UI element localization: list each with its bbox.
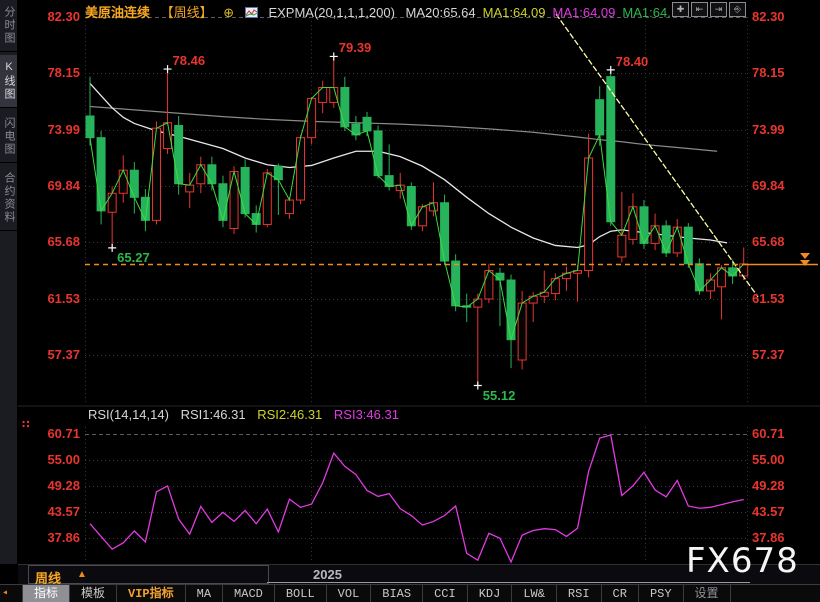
exit-icon[interactable]: ⎆ xyxy=(729,2,746,17)
price-axis-label: 60.71 xyxy=(752,428,816,440)
price-axis-label: 55.00 xyxy=(18,454,80,466)
toolbar-item-BOLL[interactable]: BOLL xyxy=(275,585,327,602)
ma-value-label: MA1:64. xyxy=(622,5,670,20)
mini-chart-icon[interactable] xyxy=(245,6,258,21)
price-axis-label: 69.84 xyxy=(18,180,80,192)
toolbar-item-MACD[interactable]: MACD xyxy=(223,585,275,602)
indicator-settings-icon[interactable]: ∷ xyxy=(22,418,30,431)
pan-left-icon[interactable]: ⇤ xyxy=(691,2,708,17)
toolbar-item-VOL[interactable]: VOL xyxy=(327,585,372,602)
toolbar-item-BIAS[interactable]: BIAS xyxy=(371,585,423,602)
price-annotation: 79.39 xyxy=(339,40,372,55)
toolbar-item-CCI[interactable]: CCI xyxy=(423,585,468,602)
toolbar-item-KDJ[interactable]: KDJ xyxy=(468,585,513,602)
ma-value-label: MA20:65.64 xyxy=(406,5,476,20)
ma-value-label: MA1:64.09 xyxy=(483,5,546,20)
price-axis-label: 61.53 xyxy=(752,293,816,305)
price-axis-label: 82.30 xyxy=(752,11,816,23)
rsi3-value: RSI3:46.31 xyxy=(334,407,399,422)
price-annotation: 78.40 xyxy=(616,54,649,69)
price-annotation: 78.46 xyxy=(173,53,206,68)
price-axis-label: 73.99 xyxy=(18,124,80,136)
price-axis-label: 65.68 xyxy=(18,236,80,248)
price-axis-label: 73.99 xyxy=(752,124,816,136)
ma-value-label: MA1:64.09 xyxy=(553,5,616,20)
rsi-title: RSI(14,14,14) xyxy=(88,407,169,422)
price-axis-label: 57.37 xyxy=(752,349,816,361)
rsi2-value: RSI2:46.31 xyxy=(257,407,322,422)
toolbar-item-LW&[interactable]: LW& xyxy=(512,585,557,602)
price-axis-label: 78.15 xyxy=(752,67,816,79)
price-axis-label: 43.57 xyxy=(752,506,816,518)
price-axis-label: 55.00 xyxy=(752,454,816,466)
toolbar-item-PSY[interactable]: PSY xyxy=(639,585,684,602)
chart-canvas[interactable] xyxy=(0,0,820,602)
price-axis-label: 43.57 xyxy=(18,506,80,518)
rsi-header: RSI(14,14,14) RSI1:46.31 RSI2:46.31 RSI3… xyxy=(88,407,407,422)
toolbar-item-VIP指标[interactable]: VIP指标 xyxy=(117,585,186,602)
indicator-toolbar: ◂ 指标模板VIP指标MAMACDBOLLVOLBIASCCIKDJLW&RSI… xyxy=(0,584,820,602)
scroll-left-icon[interactable]: ◂ xyxy=(0,585,23,602)
toolbar-item-设置[interactable]: 设置 xyxy=(684,585,731,602)
price-axis-label: 82.30 xyxy=(18,11,80,23)
chart-header: 美原油连续 【周线】 ⊕ EXPMA(20,1,1,1,200) MA20:65… xyxy=(85,2,685,17)
toolbar-item-指标[interactable]: 指标 xyxy=(23,585,70,602)
add-icon[interactable]: ⊕ xyxy=(223,5,234,20)
year-label: 2025 xyxy=(313,567,342,582)
price-axis-label: 78.15 xyxy=(18,67,80,79)
toolbar-item-RSI[interactable]: RSI xyxy=(557,585,602,602)
price-axis-label: 61.53 xyxy=(18,293,80,305)
price-axis-label: 49.28 xyxy=(752,480,816,492)
ma-values: MA20:65.64 MA1:64.09 MA1:64.09 MA1:64. xyxy=(406,5,678,20)
symbol-name[interactable]: 美原油连续 xyxy=(85,5,150,20)
period-tag: 【周线】 xyxy=(161,5,213,20)
price-axis-label: 49.28 xyxy=(18,480,80,492)
axis-underline xyxy=(267,582,750,583)
watermark: FX678 xyxy=(686,541,799,581)
toolbar-item-模板[interactable]: 模板 xyxy=(70,585,117,602)
crosshair-icon[interactable]: ✚ xyxy=(672,2,689,17)
rsi1-value: RSI1:46.31 xyxy=(181,407,246,422)
price-axis-label: 57.37 xyxy=(18,349,80,361)
price-axis-label: 65.68 xyxy=(752,236,816,248)
price-annotation: 65.27 xyxy=(117,250,150,265)
toolbar-item-CR[interactable]: CR xyxy=(602,585,639,602)
price-axis-label: 37.86 xyxy=(18,532,80,544)
app-window: 分时图K线图闪电图合约资料 美原油连续 【周线】 ⊕ EXPMA(20,1,1,… xyxy=(0,0,820,602)
period-tab[interactable]: 周线 ▲ xyxy=(28,565,269,584)
toolbar-item-MA[interactable]: MA xyxy=(186,585,223,602)
period-arrow-icon: ▲ xyxy=(77,569,87,580)
pan-right-icon[interactable]: ⇥ xyxy=(710,2,727,17)
price-axis-label: 69.84 xyxy=(752,180,816,192)
indicator-formula: EXPMA(20,1,1,1,200) xyxy=(268,5,394,20)
price-annotation: 55.12 xyxy=(483,388,516,403)
window-icons: ✚⇤⇥⎆ xyxy=(670,2,746,17)
